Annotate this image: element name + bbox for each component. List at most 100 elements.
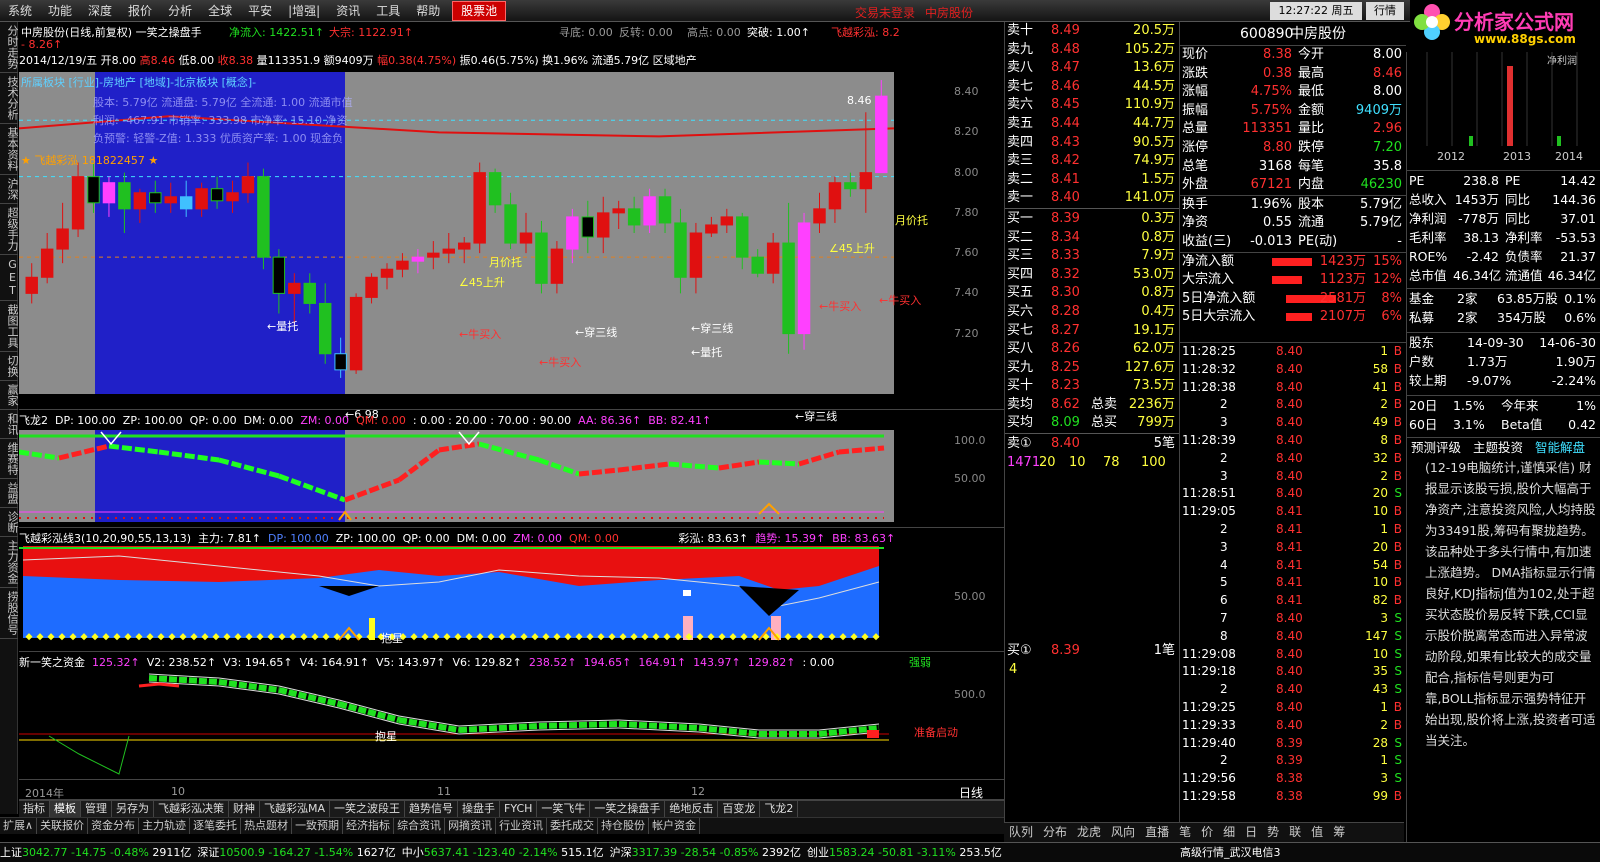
- vtab-1[interactable]: 技术分析: [0, 73, 19, 124]
- indicator-tab-0[interactable]: 指标: [19, 801, 50, 817]
- indicator-tab-12[interactable]: 一笑之操盘手: [590, 801, 666, 817]
- menu-item-0[interactable]: 系统: [0, 0, 40, 22]
- indicator-tab-3[interactable]: 另存为: [112, 801, 154, 817]
- vtab-2[interactable]: 基本资料: [0, 124, 19, 175]
- menu-item-10[interactable]: 帮助: [408, 0, 448, 22]
- book-row-sell-0[interactable]: 卖十 8.49 20.5万: [1005, 22, 1179, 41]
- index-sh[interactable]: 上证3042.77 -14.75 -0.48% 2911亿: [0, 843, 191, 862]
- menu-item-9[interactable]: 工具: [368, 0, 408, 22]
- indicator-tab-11[interactable]: 一笑飞牛: [537, 801, 591, 817]
- book-row-buy-0[interactable]: 买一 8.39 0.3万: [1005, 210, 1179, 229]
- indicator-tab-2[interactable]: 管理: [81, 801, 112, 817]
- login-status[interactable]: 交易未登录: [855, 4, 915, 21]
- right-tab-12[interactable]: 筹: [1328, 823, 1350, 841]
- book-row-sell-3[interactable]: 卖七 8.46 44.5万: [1005, 78, 1179, 97]
- index-sz[interactable]: 深证10500.9 -164.27 -1.54% 1627亿: [197, 843, 395, 862]
- right-tab-9[interactable]: 势: [1262, 823, 1284, 841]
- right-tab-1[interactable]: 分布: [1038, 823, 1072, 841]
- ext-tab-9[interactable]: 网摘资讯: [445, 818, 497, 834]
- fin-tab-2[interactable]: 智能解盘: [1535, 438, 1585, 457]
- book-row-buy-6[interactable]: 买七 8.27 19.1万: [1005, 322, 1179, 341]
- ext-tab-7[interactable]: 经济指标: [343, 818, 395, 834]
- menu-item-1[interactable]: 功能: [40, 0, 80, 22]
- ext-tab-4[interactable]: 逐笔委托: [190, 818, 242, 834]
- indicator-tab-15[interactable]: 飞龙2: [760, 801, 799, 817]
- index-cy[interactable]: 创业1583.24 -50.81 -3.11% 253.5亿: [807, 843, 1002, 862]
- vtab-14[interactable]: 捞股信号: [0, 588, 19, 639]
- book-row-sell-8[interactable]: 卖二 8.41 1.5万: [1005, 171, 1179, 190]
- indicator-tab-13[interactable]: 绝地反击: [665, 801, 719, 817]
- book-row-buy-1[interactable]: 买二 8.34 0.8万: [1005, 229, 1179, 248]
- ext-tab-5[interactable]: 热点题材: [241, 818, 293, 834]
- vtab-10[interactable]: 维赛特: [0, 439, 19, 479]
- vtab-12[interactable]: 诊断: [0, 508, 19, 537]
- fin-tab-1[interactable]: 主题投资: [1473, 438, 1523, 457]
- right-tab-7[interactable]: 细: [1218, 823, 1240, 841]
- menu-item-5[interactable]: 全球: [200, 0, 240, 22]
- indicator-tab-1[interactable]: 模板: [50, 801, 81, 817]
- vtab-3[interactable]: 沪深: [0, 175, 19, 204]
- vtab-7[interactable]: 切换: [0, 352, 19, 381]
- right-tab-6[interactable]: 价: [1196, 823, 1218, 841]
- stock-pool-button[interactable]: 股票池: [452, 1, 507, 21]
- kline-panel[interactable]: 中房股份(日线,前复权) 一笑之操盘手 净流入: 1422.51↑ 大宗: 11…: [19, 22, 1004, 423]
- ext-tab-13[interactable]: 帐户资金: [649, 818, 701, 834]
- buy-one-queue[interactable]: 买① 8.39 1笔: [1005, 642, 1179, 661]
- ext-tab-11[interactable]: 委托成交: [547, 818, 599, 834]
- right-tab-8[interactable]: 日: [1240, 823, 1262, 841]
- indicator-tab-5[interactable]: 财神: [229, 801, 260, 817]
- book-row-sell-2[interactable]: 卖八 8.47 13.6万: [1005, 59, 1179, 78]
- quote-button[interactable]: 行情: [1366, 2, 1404, 20]
- right-tab-3[interactable]: 风向: [1106, 823, 1140, 841]
- stock-link[interactable]: 中房股份: [925, 4, 973, 21]
- day-tab[interactable]: 日线: [959, 784, 983, 801]
- indicator-tab-4[interactable]: 飞越彩泓决策: [154, 801, 229, 817]
- book-row-buy-7[interactable]: 买八 8.26 62.0万: [1005, 340, 1179, 359]
- vtab-0[interactable]: 分时走势: [0, 22, 19, 73]
- indicator-tab-14[interactable]: 百变龙: [718, 801, 761, 817]
- book-row-sell-1[interactable]: 卖九 8.48 105.2万: [1005, 41, 1179, 60]
- indicator-tab-10[interactable]: FYCH: [500, 801, 538, 817]
- menu-item-3[interactable]: 报价: [120, 0, 160, 22]
- ext-tab-0[interactable]: 扩展∧: [0, 818, 38, 834]
- ext-tab-1[interactable]: 关联报价: [37, 818, 89, 834]
- right-tab-0[interactable]: 队列: [1004, 823, 1038, 841]
- book-row-buy-3[interactable]: 买四 8.32 53.0万: [1005, 266, 1179, 285]
- book-row-buy-5[interactable]: 买六 8.28 0.4万: [1005, 303, 1179, 322]
- indicator-tab-7[interactable]: 一笑之波段王: [330, 801, 406, 817]
- right-tab-5[interactable]: 笔: [1174, 823, 1196, 841]
- menu-item-2[interactable]: 深度: [80, 0, 120, 22]
- book-row-buy-8[interactable]: 买九 8.25 127.6万: [1005, 359, 1179, 378]
- vtab-13[interactable]: 主力资金: [0, 537, 19, 588]
- right-tab-11[interactable]: 值: [1306, 823, 1328, 841]
- book-row-sell-5[interactable]: 卖五 8.44 44.7万: [1005, 115, 1179, 134]
- vtab-6[interactable]: 截图工具: [0, 301, 19, 352]
- indicator-tab-9[interactable]: 操盘手: [458, 801, 501, 817]
- book-row-buy-9[interactable]: 买十 8.23 73.5万: [1005, 377, 1179, 396]
- vtab-8[interactable]: 赢家: [0, 381, 19, 410]
- ext-tab-6[interactable]: 一致预期: [292, 818, 344, 834]
- menu-item-7[interactable]: |增强|: [280, 0, 328, 22]
- indicator-tab-6[interactable]: 飞越彩泓MA: [260, 801, 331, 817]
- menu-item-4[interactable]: 分析: [160, 0, 200, 22]
- tick-list[interactable]: 11:28:25 8.40 1 B 11:28:32 8.40 58 B 11:28:38 8.4…: [1180, 342, 1406, 812]
- fin-tab-0[interactable]: 预测评级: [1411, 438, 1461, 457]
- vtab-4[interactable]: 超级手力: [0, 204, 19, 255]
- index-zx[interactable]: 中小5637.41 -123.40 -2.14% 515.1亿: [402, 843, 604, 862]
- book-row-sell-9[interactable]: 卖一 8.40 141.0万: [1005, 189, 1179, 208]
- right-tab-2[interactable]: 龙虎: [1072, 823, 1106, 841]
- colorful-panel[interactable]: 飞越彩泓线3(10,20,90,55,13,13) 主力: 7.81↑ DP: …: [19, 528, 1004, 652]
- sell-one-queue[interactable]: 卖① 8.40 5笔: [1005, 435, 1179, 454]
- ext-tab-12[interactable]: 持仓股份: [598, 818, 650, 834]
- menu-item-8[interactable]: 资讯: [328, 0, 368, 22]
- index-hs[interactable]: 沪深3317.39 -28.54 -0.85% 2392亿: [610, 843, 801, 862]
- book-row-buy-2[interactable]: 买三 8.33 7.9万: [1005, 247, 1179, 266]
- ext-tab-8[interactable]: 综合资讯: [394, 818, 446, 834]
- vtab-5[interactable]: GET: [0, 255, 19, 301]
- ext-tab-10[interactable]: 行业资讯: [496, 818, 548, 834]
- book-row-sell-4[interactable]: 卖六 8.45 110.9万: [1005, 96, 1179, 115]
- vtab-11[interactable]: 益盟: [0, 479, 19, 508]
- right-tab-10[interactable]: 联: [1284, 823, 1306, 841]
- vtab-9[interactable]: 和讯: [0, 410, 19, 439]
- indicator-tab-8[interactable]: 趋势信号: [405, 801, 459, 817]
